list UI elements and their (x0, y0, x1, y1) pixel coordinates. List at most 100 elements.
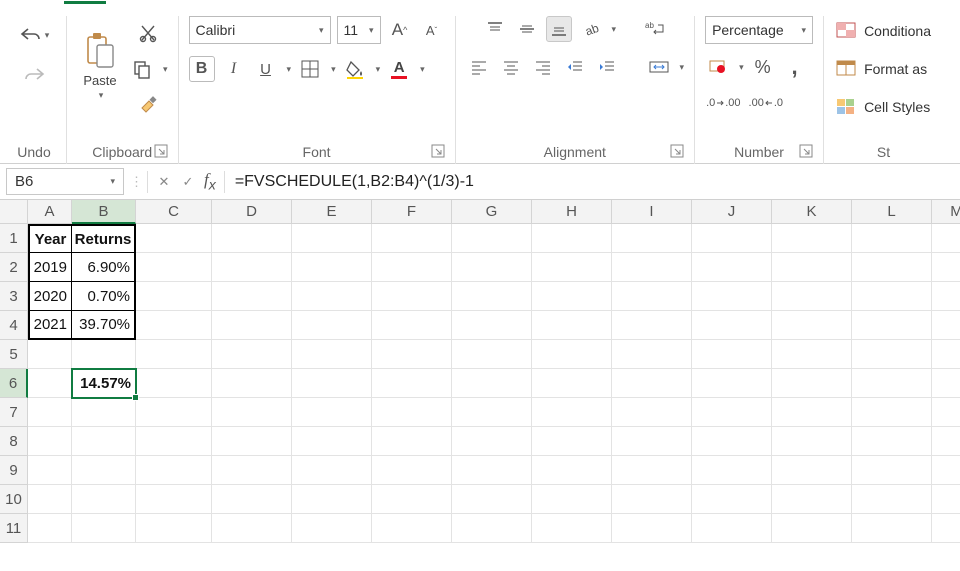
tab-file[interactable]: File (16, 0, 42, 4)
number-format-dropdown[interactable]: Percentage▾ (705, 16, 813, 44)
conditional-formatting-button[interactable]: Conditiona (834, 18, 933, 44)
cell-E7[interactable] (292, 398, 372, 427)
cell-A6[interactable] (28, 369, 72, 398)
cell-I4[interactable] (612, 311, 692, 340)
wrap-text-button[interactable]: ab (642, 16, 668, 42)
cell-A7[interactable] (28, 398, 72, 427)
cell-M5[interactable] (932, 340, 960, 369)
cell-M3[interactable] (932, 282, 960, 311)
cell-J5[interactable] (692, 340, 772, 369)
cell-K2[interactable] (772, 253, 852, 282)
cut-button[interactable] (135, 20, 161, 46)
cell-L6[interactable] (852, 369, 932, 398)
align-center-button[interactable] (498, 54, 524, 80)
cell-styles-button[interactable]: Cell Styles (834, 94, 932, 120)
align-right-button[interactable] (530, 54, 556, 80)
undo-button[interactable]: ▾ (12, 22, 56, 48)
cell-D4[interactable] (212, 311, 292, 340)
cell-G5[interactable] (452, 340, 532, 369)
font-name-dropdown[interactable]: Calibri ▾ (189, 16, 331, 44)
cell-G1[interactable] (452, 224, 532, 253)
dialog-launcher-icon[interactable] (670, 144, 684, 158)
cell-I11[interactable] (612, 514, 692, 543)
cell-E5[interactable] (292, 340, 372, 369)
cell-G11[interactable] (452, 514, 532, 543)
cell-H2[interactable] (532, 253, 612, 282)
cell-I3[interactable] (612, 282, 692, 311)
tab-page-layout[interactable]: Page Layout (190, 0, 280, 4)
percent-style-button[interactable]: % (750, 54, 776, 80)
cell-F7[interactable] (372, 398, 452, 427)
cell-E10[interactable] (292, 485, 372, 514)
paste-button[interactable]: Paste ▾ (77, 16, 123, 116)
row-header-6[interactable]: 6 (0, 369, 28, 398)
accounting-format-button[interactable] (705, 54, 731, 80)
select-all-corner[interactable] (0, 200, 28, 224)
cell-C6[interactable] (136, 369, 212, 398)
font-size-dropdown[interactable]: 11 ▾ (337, 16, 381, 44)
cell-I7[interactable] (612, 398, 692, 427)
cell-H5[interactable] (532, 340, 612, 369)
increase-font-button[interactable]: A^ (387, 17, 413, 43)
cell-C9[interactable] (136, 456, 212, 485)
borders-button[interactable] (297, 56, 323, 82)
cell-B10[interactable] (72, 485, 136, 514)
cell-J4[interactable] (692, 311, 772, 340)
cell-F4[interactable] (372, 311, 452, 340)
cell-M9[interactable] (932, 456, 960, 485)
cell-L1[interactable] (852, 224, 932, 253)
cell-A4[interactable]: 2021 (28, 311, 72, 340)
col-header-C[interactable]: C (136, 200, 212, 224)
cell-M2[interactable] (932, 253, 960, 282)
tab-help[interactable]: Help (578, 0, 611, 4)
row-header-5[interactable]: 5 (0, 340, 28, 369)
cell-H1[interactable] (532, 224, 612, 253)
cell-E1[interactable] (292, 224, 372, 253)
col-header-D[interactable]: D (212, 200, 292, 224)
tab-home[interactable]: Home (64, 0, 107, 4)
cell-E11[interactable] (292, 514, 372, 543)
cell-L8[interactable] (852, 427, 932, 456)
tab-formulas[interactable]: Formulas (302, 0, 369, 4)
fill-handle[interactable] (132, 394, 139, 401)
cell-H3[interactable] (532, 282, 612, 311)
cell-I9[interactable] (612, 456, 692, 485)
cell-H10[interactable] (532, 485, 612, 514)
row-header-7[interactable]: 7 (0, 398, 28, 427)
cell-G4[interactable] (452, 311, 532, 340)
cell-D2[interactable] (212, 253, 292, 282)
cell-H9[interactable] (532, 456, 612, 485)
cell-I5[interactable] (612, 340, 692, 369)
cell-L3[interactable] (852, 282, 932, 311)
cell-G10[interactable] (452, 485, 532, 514)
cell-E9[interactable] (292, 456, 372, 485)
cell-C3[interactable] (136, 282, 212, 311)
cell-A3[interactable]: 2020 (28, 282, 72, 311)
cell-M4[interactable] (932, 311, 960, 340)
cell-A11[interactable] (28, 514, 72, 543)
col-header-G[interactable]: G (452, 200, 532, 224)
cell-C10[interactable] (136, 485, 212, 514)
cell-A5[interactable] (28, 340, 72, 369)
cell-D10[interactable] (212, 485, 292, 514)
cell-L5[interactable] (852, 340, 932, 369)
cell-C4[interactable] (136, 311, 212, 340)
cell-J1[interactable] (692, 224, 772, 253)
cell-L10[interactable] (852, 485, 932, 514)
cell-K6[interactable] (772, 369, 852, 398)
fill-color-button[interactable] (342, 56, 368, 82)
cell-F2[interactable] (372, 253, 452, 282)
italic-button[interactable]: I (221, 56, 247, 82)
increase-decimal-button[interactable]: .0.00 (705, 90, 741, 116)
comma-style-button[interactable]: , (782, 54, 808, 80)
tab-insert[interactable]: Insert (128, 0, 168, 4)
cell-I10[interactable] (612, 485, 692, 514)
align-bottom-button[interactable] (546, 16, 572, 42)
cell-B6[interactable]: 14.57% (72, 369, 136, 398)
cell-K10[interactable] (772, 485, 852, 514)
copy-button[interactable] (129, 56, 155, 82)
bold-button[interactable]: B (189, 56, 215, 82)
row-header-1[interactable]: 1 (0, 224, 28, 253)
cell-J10[interactable] (692, 485, 772, 514)
cell-E3[interactable] (292, 282, 372, 311)
